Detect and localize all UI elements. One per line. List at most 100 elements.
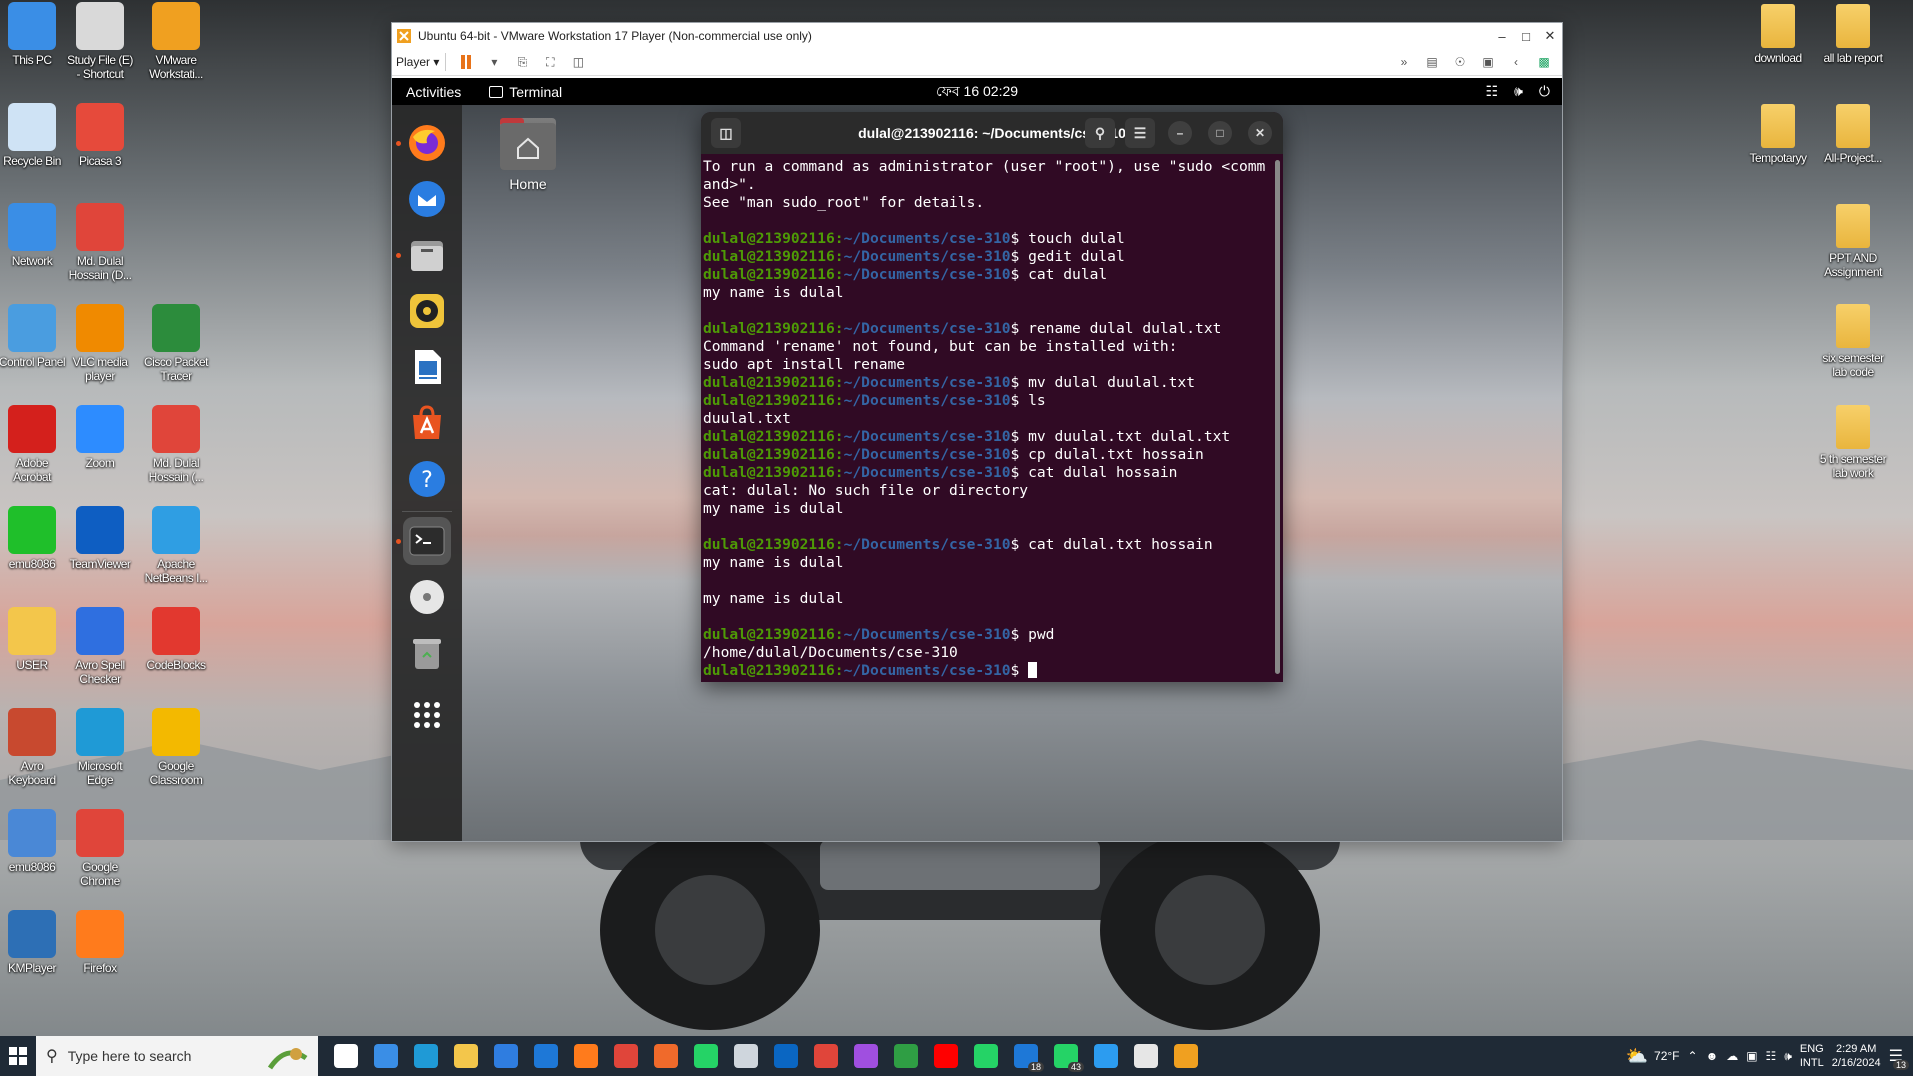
task-view-icon[interactable] xyxy=(326,1036,366,1076)
meet-now-icon[interactable]: ▣ xyxy=(1746,1049,1757,1063)
messenger-icon[interactable] xyxy=(846,1036,886,1076)
desktop-icon[interactable]: VMware Workstati... xyxy=(138,2,214,81)
activities-button[interactable]: Activities xyxy=(392,84,475,100)
linkedin-icon[interactable] xyxy=(766,1036,806,1076)
maximize-icon[interactable]: □ xyxy=(1208,121,1232,145)
desktop-icon[interactable]: Microsoft Edge xyxy=(62,708,138,787)
desktop-folder[interactable]: Tempotaryy xyxy=(1740,104,1816,165)
desktop-icon[interactable]: This PC xyxy=(0,2,70,67)
weather-widget[interactable]: ⛅ 72°F xyxy=(1626,1046,1680,1067)
desktop-folder[interactable]: download xyxy=(1740,4,1816,65)
terminal-header-bar[interactable]: ◫ dulal@213902116: ~/Documents/cse-310 ⚲… xyxy=(701,112,1283,154)
chrome-profile-icon[interactable] xyxy=(606,1036,646,1076)
fit-guest-icon[interactable]: ⛶ xyxy=(536,51,564,73)
desktop-icon[interactable]: Firefox xyxy=(62,910,138,975)
close-button[interactable]: ✕ xyxy=(1538,28,1562,44)
ubuntu-software-icon[interactable] xyxy=(403,399,451,447)
vmware-window[interactable]: Ubuntu 64-bit - VMware Workstation 17 Pl… xyxy=(391,22,1563,842)
libreoffice-writer-icon[interactable] xyxy=(403,343,451,391)
dvd-drive-icon[interactable] xyxy=(403,573,451,621)
removable-devices-icon[interactable]: ▤ xyxy=(1418,51,1446,73)
show-applications-icon[interactable] xyxy=(403,691,451,739)
desktop-folder[interactable]: PPT AND Assignment xyxy=(1815,204,1891,279)
desktop-icon[interactable]: Avro Spell Checker xyxy=(62,607,138,686)
desktop-icon[interactable]: USER xyxy=(0,607,70,672)
search-icon[interactable]: ⚲ xyxy=(1085,118,1115,148)
cd-drive-icon[interactable]: ☉ xyxy=(1446,51,1474,73)
whatsapp-business-icon[interactable]: 43 xyxy=(1046,1036,1086,1076)
desktop-folder[interactable]: All-Project... xyxy=(1815,104,1891,165)
windows-start-icon[interactable] xyxy=(0,1036,36,1076)
desktop-icon[interactable]: Md. Dulal Hossain (D... xyxy=(62,203,138,282)
home-desktop-icon[interactable]: Home xyxy=(498,118,558,192)
thunderbird-icon[interactable] xyxy=(403,175,451,223)
desktop-icon[interactable]: Network xyxy=(0,203,70,268)
player-menu[interactable]: Player ▾ xyxy=(396,55,439,69)
desktop-icon[interactable]: Picasa 3 xyxy=(62,103,138,168)
desktop-icon[interactable]: VLC media player xyxy=(62,304,138,383)
pause-icon[interactable] xyxy=(452,51,480,73)
network-adapter-icon[interactable]: ▣ xyxy=(1474,51,1502,73)
outlook-icon[interactable]: 18 xyxy=(1006,1036,1046,1076)
unity-icon[interactable]: ◫ xyxy=(564,51,592,73)
desktop-icon[interactable]: Adobe Acrobat xyxy=(0,405,70,484)
message-log-icon[interactable]: ▩ xyxy=(1530,51,1558,73)
desktop-icon[interactable]: KMPlayer xyxy=(0,910,70,975)
desktop-icon[interactable]: TeamViewer xyxy=(62,506,138,571)
file-explorer-icon[interactable] xyxy=(446,1036,486,1076)
desktop-icon[interactable]: Md. Dulal Hossain (... xyxy=(138,405,214,484)
rhythmbox-icon[interactable] xyxy=(403,287,451,335)
new-tab-icon[interactable]: ◫ xyxy=(711,118,741,148)
photos-icon[interactable] xyxy=(886,1036,926,1076)
youtube-icon[interactable] xyxy=(926,1036,966,1076)
ubuntu-guest-screen[interactable]: Activities Terminal ফেব 16 02:29 ☷ 🕪 ⏻ ? xyxy=(392,78,1562,841)
desktop-icon[interactable]: emu8086 xyxy=(0,809,70,874)
desktop-folder[interactable]: 5 th semester lab work xyxy=(1815,405,1891,480)
desktop-icon[interactable]: Google Classroom xyxy=(138,708,214,787)
desktop-icon[interactable]: Avro Keyboard xyxy=(0,708,70,787)
gnome-clock[interactable]: ফেব 16 02:29 xyxy=(936,80,1018,104)
weather-app-icon[interactable] xyxy=(726,1036,766,1076)
firefox-icon[interactable] xyxy=(566,1036,606,1076)
terminal-window[interactable]: ◫ dulal@213902116: ~/Documents/cse-310 ⚲… xyxy=(701,112,1283,682)
gnome-system-tray[interactable]: ☷ 🕪 ⏻ xyxy=(1486,83,1550,100)
desktop-icon[interactable]: Apache NetBeans I... xyxy=(138,506,214,585)
send-ctrl-alt-del-icon[interactable]: ⎘ xyxy=(508,51,536,73)
terminal-output[interactable]: To run a command as administrator (user … xyxy=(701,154,1283,680)
people-icon[interactable]: ☻ xyxy=(1706,1049,1719,1063)
desktop-icon[interactable]: Cisco Packet Tracer xyxy=(138,304,214,383)
terminal-icon[interactable] xyxy=(403,517,451,565)
expand-toolbar-icon[interactable]: » xyxy=(1390,51,1418,73)
desktop-icon[interactable]: Study File (E) - Shortcut xyxy=(62,2,138,81)
vmware-icon[interactable] xyxy=(1166,1036,1206,1076)
terminal-app-menu[interactable]: Terminal xyxy=(489,84,562,100)
vscode-icon[interactable] xyxy=(1086,1036,1126,1076)
pause-dropdown-icon[interactable]: ▾ xyxy=(480,51,508,73)
maximize-button[interactable]: □ xyxy=(1514,29,1538,44)
chevron-up-icon[interactable]: ⌃ xyxy=(1688,1049,1698,1063)
files-app-icon[interactable] xyxy=(366,1036,406,1076)
mail-icon[interactable] xyxy=(526,1036,566,1076)
volume-icon[interactable]: 🕪 xyxy=(1784,1049,1792,1064)
close-icon[interactable]: ✕ xyxy=(1248,121,1272,145)
desktop-icon[interactable]: Zoom xyxy=(62,405,138,470)
desktop-icon[interactable]: Control Panel xyxy=(0,304,70,369)
desktop-icon[interactable]: Google Chrome xyxy=(62,809,138,888)
media-player-icon[interactable] xyxy=(1126,1036,1166,1076)
help-icon[interactable]: ? xyxy=(403,455,451,503)
firefox-icon[interactable] xyxy=(403,119,451,167)
hamburger-menu-icon[interactable]: ☰ xyxy=(1125,118,1155,148)
taskbar-search-box[interactable]: ⚲ Type here to search xyxy=(36,1036,318,1076)
network-icon[interactable]: ☷ xyxy=(1766,1049,1777,1063)
whatsapp-icon[interactable] xyxy=(686,1036,726,1076)
files-icon[interactable] xyxy=(403,231,451,279)
desktop-icon[interactable]: CodeBlocks xyxy=(138,607,214,672)
language-indicator[interactable]: ENG INTL xyxy=(1800,1042,1824,1070)
minimize-button[interactable]: – xyxy=(1490,29,1514,44)
terminal-scrollbar[interactable] xyxy=(1275,160,1280,674)
whatsapp-icon[interactable] xyxy=(966,1036,1006,1076)
desktop-icon[interactable]: Recycle Bin xyxy=(0,103,70,168)
trash-icon[interactable] xyxy=(403,629,451,677)
desktop-folder[interactable]: six semester lab code xyxy=(1815,304,1891,379)
vmware-title-bar[interactable]: Ubuntu 64-bit - VMware Workstation 17 Pl… xyxy=(392,23,1562,49)
